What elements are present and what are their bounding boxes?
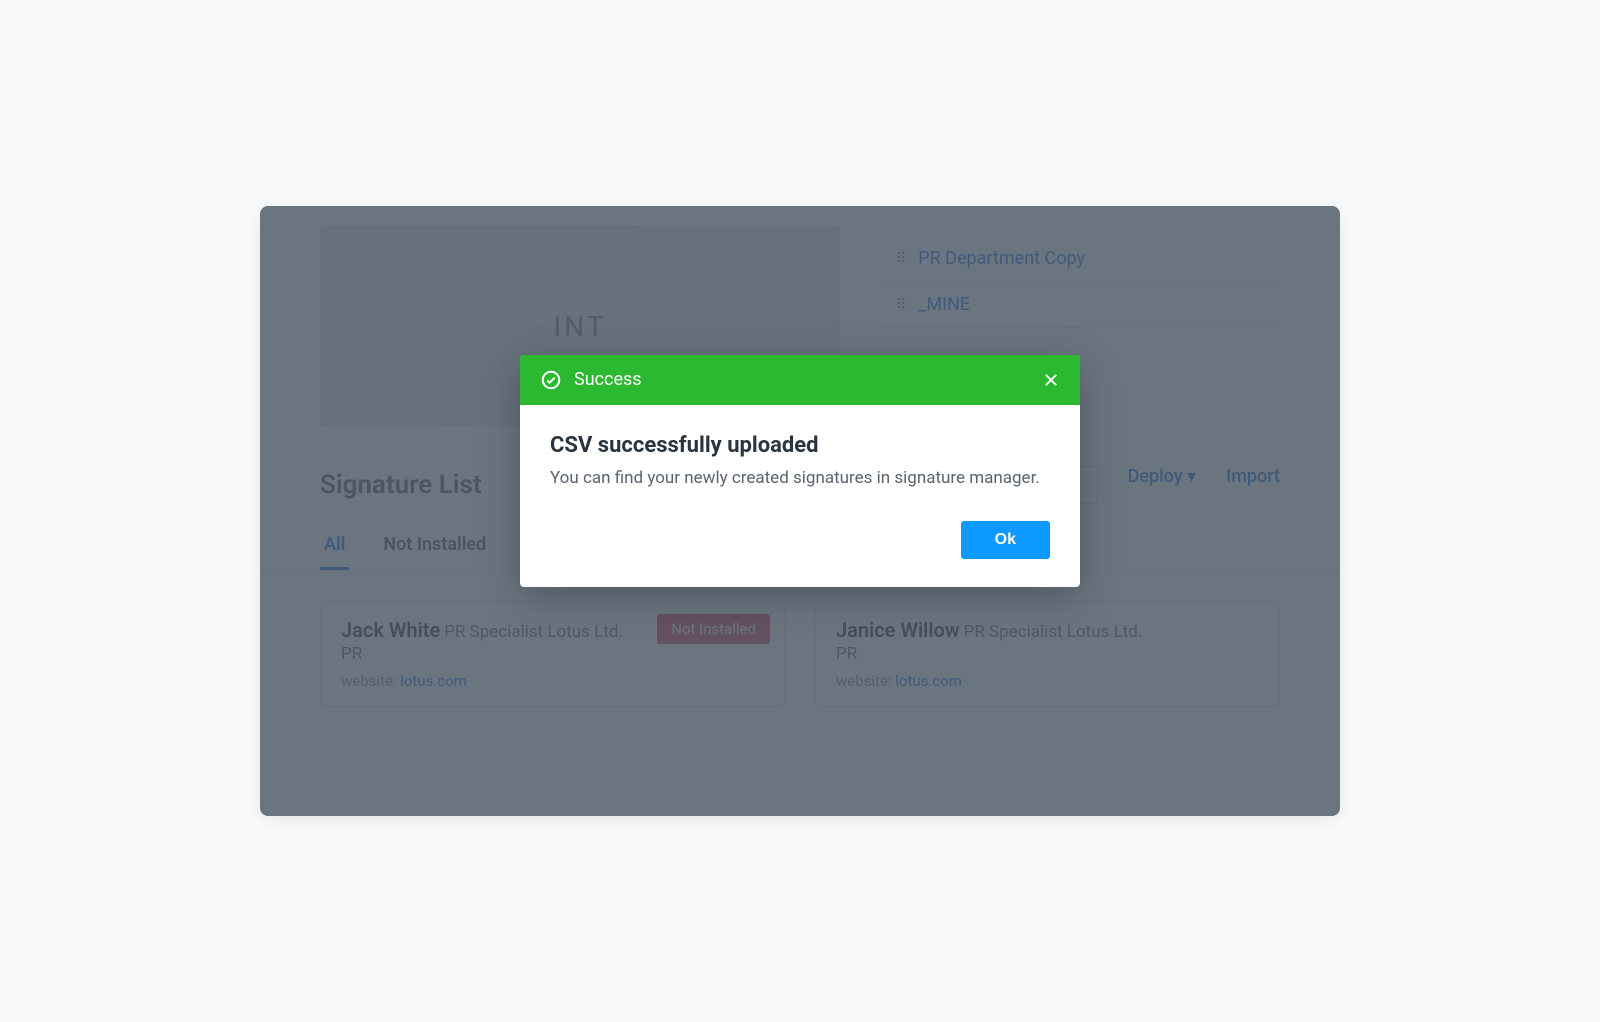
modal-title: CSV successfully uploaded	[550, 433, 1050, 458]
app-window: INT ⠿ PR Department Copy ⠿ _MINE Signatu…	[260, 206, 1340, 816]
success-check-icon	[540, 369, 562, 391]
modal-header-label: Success	[574, 369, 642, 390]
ok-button[interactable]: Ok	[961, 521, 1050, 559]
close-icon[interactable]	[1042, 371, 1060, 389]
modal-text: You can find your newly created signatur…	[550, 466, 1050, 492]
modal-footer: Ok	[520, 511, 1080, 587]
modal-body: CSV successfully uploaded You can find y…	[520, 405, 1080, 512]
success-modal: Success CSV successfully uploaded You ca…	[520, 355, 1080, 588]
modal-header: Success	[520, 355, 1080, 405]
modal-overlay: Success CSV successfully uploaded You ca…	[260, 206, 1340, 816]
